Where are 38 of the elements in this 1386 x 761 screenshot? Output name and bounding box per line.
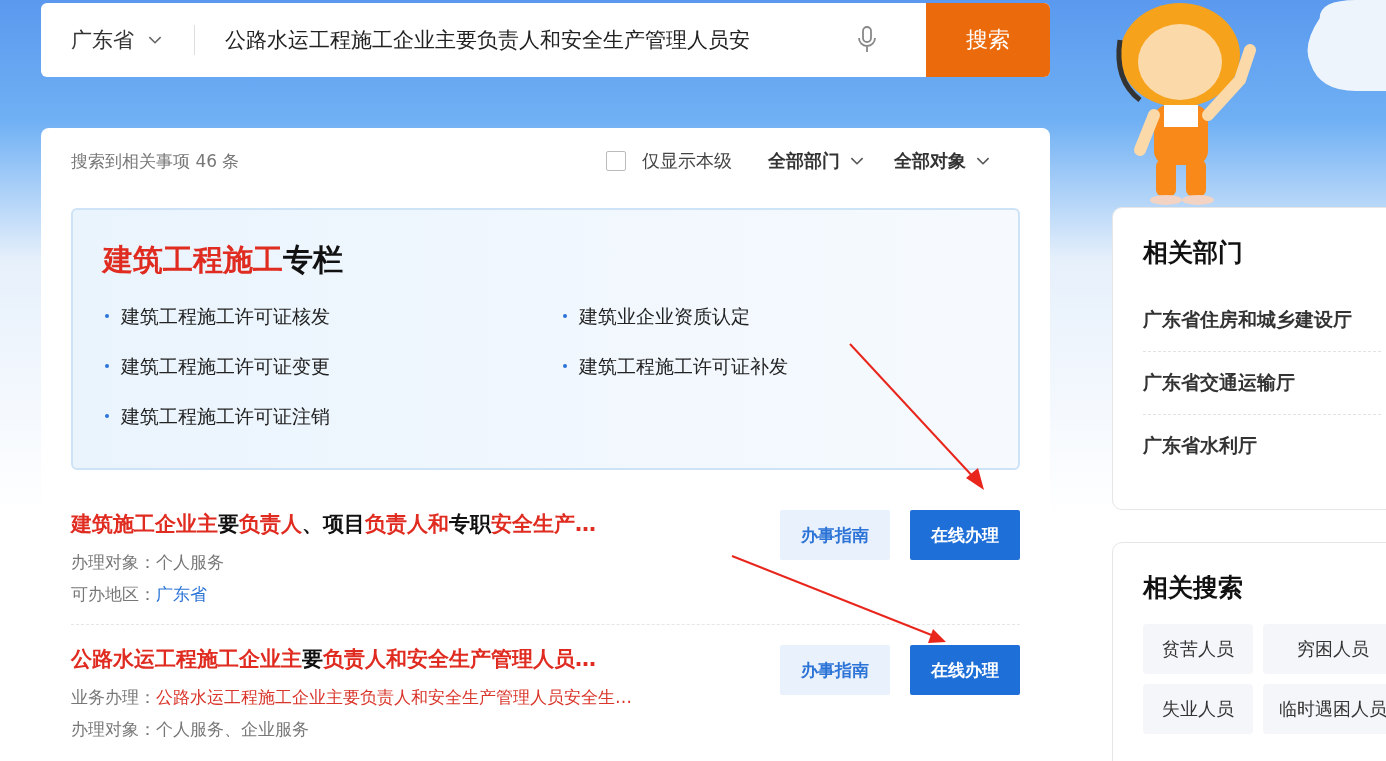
region-link[interactable]: 广东省 — [156, 584, 207, 604]
chevron-down-icon — [976, 156, 990, 166]
department-link[interactable]: 广东省水利厅 — [1143, 415, 1381, 477]
column-link[interactable]: 建筑工程施工许可证核发 — [103, 303, 561, 329]
online-button[interactable]: 在线办理 — [910, 510, 1020, 560]
field-label: 可办地区： — [71, 584, 156, 604]
search-tag[interactable]: 失业人员 — [1143, 684, 1253, 734]
filter-dropdown[interactable]: 全部部门 — [768, 149, 864, 173]
card-title: 相关部门 — [1143, 237, 1244, 269]
result-title[interactable]: 建筑施工企业主要负责人、项目负责人和专职安全生产… — [71, 510, 596, 538]
chevron-down-icon — [148, 35, 162, 45]
chevron-down-icon — [850, 156, 864, 166]
column-link[interactable]: 建筑工程施工许可证补发 — [561, 353, 988, 379]
search-tag[interactable]: 临时遇困人员 — [1263, 684, 1386, 734]
column-title: 建筑工程施工专栏 — [103, 241, 344, 279]
column-link[interactable]: 建筑工程施工许可证注销 — [103, 403, 561, 429]
field-label: 业务办理： — [71, 687, 156, 707]
guide-button[interactable]: 办事指南 — [780, 645, 890, 695]
department-link[interactable]: 广东省交通运输厅 — [1143, 352, 1381, 415]
search-tag[interactable]: 穷困人员 — [1263, 624, 1386, 674]
field-label: 办理对象： — [71, 719, 156, 739]
field-value: 公路水运工程施工企业主要负责人和安全生产管理人员安全生… — [156, 687, 632, 707]
guide-button[interactable]: 办事指南 — [780, 510, 890, 560]
field-label: 办理对象： — [71, 552, 156, 572]
region-dropdown[interactable]: 广东省 — [41, 20, 162, 60]
only-this-level-checkbox[interactable]: 仅显示本级 — [606, 149, 732, 173]
search-tag[interactable]: 贫苦人员 — [1143, 624, 1253, 674]
result-title[interactable]: 公路水运工程施工企业主要负责人和安全生产管理人员… — [71, 645, 632, 673]
microphone-icon[interactable] — [857, 26, 877, 54]
online-button[interactable]: 在线办理 — [910, 645, 1020, 695]
department-link[interactable]: 广东省住房和城乡建设厅 — [1143, 289, 1381, 352]
field-value: 个人服务、企业服务 — [156, 719, 309, 739]
filter-dropdown[interactable]: 全部对象 — [894, 149, 990, 173]
card-title: 相关搜索 — [1143, 572, 1244, 604]
field-value: 个人服务 — [156, 552, 224, 572]
column-link[interactable]: 建筑工程施工许可证变更 — [103, 353, 561, 379]
column-link[interactable]: 建筑业企业资质认定 — [561, 303, 988, 329]
result-count: 搜索到相关事项 46 条 — [71, 149, 240, 173]
